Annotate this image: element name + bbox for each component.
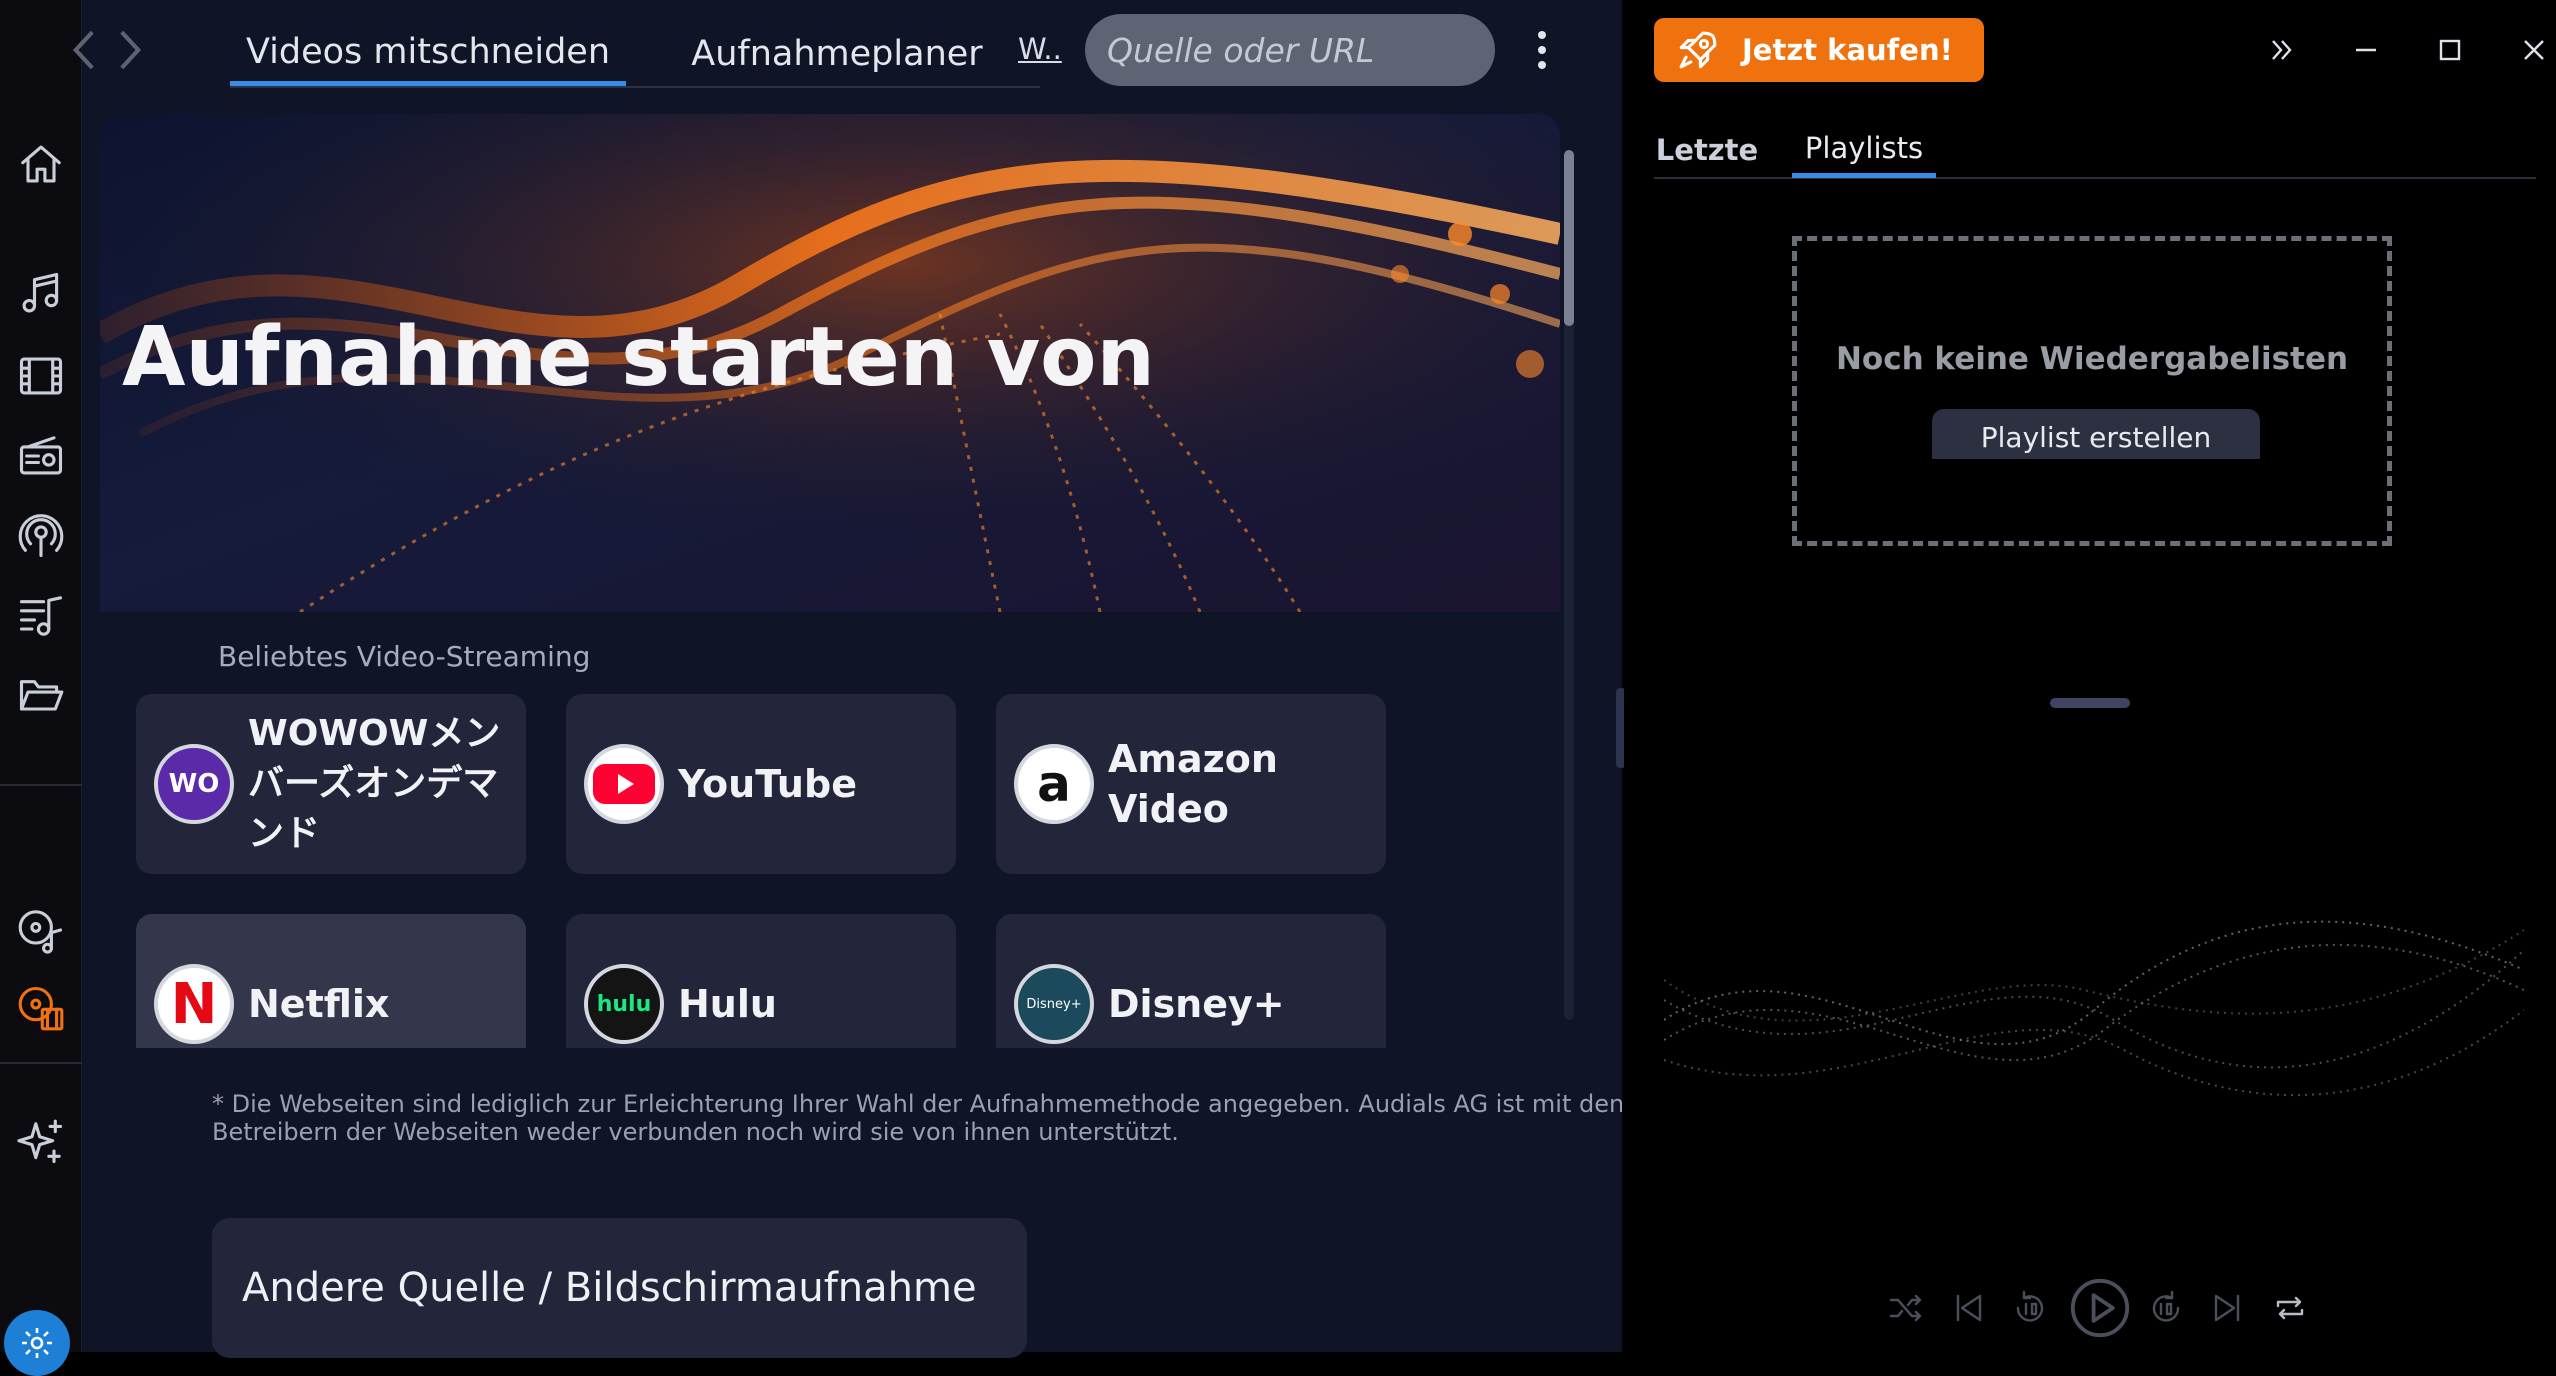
streaming-grid: WO WOWOWメンバーズオンデマンド YouTube a Amazon Vid… [82,0,1622,1048]
other-source-button[interactable]: Andere Quelle / Bildschirmaufnahme [212,1218,1027,1358]
minimize-icon[interactable] [2336,22,2396,78]
service-name: Netflix [248,982,390,1026]
music-icon[interactable] [0,258,82,330]
service-tile-youtube[interactable]: YouTube [566,694,956,874]
collapse-panel-icon[interactable] [2252,22,2312,78]
play-icon[interactable] [2060,1268,2140,1348]
playlist-music-icon[interactable] [0,580,82,652]
tab-letzte[interactable]: Letzte [1656,122,1758,178]
drag-handle[interactable] [2050,698,2130,708]
hulu-logo-icon: hulu [584,964,664,1044]
service-tile-netflix[interactable]: N Netflix [136,914,526,1048]
music-recorder-icon[interactable] [0,894,82,966]
disney-plus-logo-icon: Disney+ [1014,964,1094,1044]
youtube-logo-icon [584,744,664,824]
shuffle-icon[interactable] [1878,1280,1934,1336]
previous-icon[interactable] [1940,1280,1996,1336]
tab-playlists[interactable]: Playlists [1792,122,1936,178]
radio-icon[interactable] [0,420,82,492]
player-wave-art [1664,920,2524,1097]
create-playlist-button[interactable]: Playlist erstellen [1932,409,2260,459]
disclaimer-text: * Die Webseiten sind lediglich zur Erlei… [212,1090,1625,1146]
right-panel: Jetzt kaufen! Letzte Playlists Noch kein… [1624,0,2556,1352]
service-name: Hulu [678,982,777,1026]
podcast-icon[interactable] [0,500,82,572]
sparkle-icon[interactable] [0,1106,82,1178]
rocket-icon [1679,31,1717,69]
left-rail [0,0,82,1376]
folder-icon[interactable] [0,660,82,732]
service-name: Disney+ [1108,982,1285,1026]
forward-10-icon[interactable] [2138,1280,2194,1336]
rail-divider [0,784,82,786]
service-tile-amazon-video[interactable]: a Amazon Video [996,694,1386,874]
service-tile-wowow[interactable]: WO WOWOWメンバーズオンデマンド [136,694,526,874]
buy-now-button[interactable]: Jetzt kaufen! [1654,18,1984,82]
main-panel: Videos mitschneiden Aufnahmeplaner W.. Q… [72,0,1624,1358]
video-recorder-icon[interactable] [0,972,82,1044]
maximize-icon[interactable] [2420,22,2480,78]
wowow-logo-icon: WO [154,744,234,824]
rewind-10-icon[interactable] [2002,1280,2058,1336]
film-icon[interactable] [0,340,82,412]
netflix-logo-icon: N [154,964,234,1044]
home-icon[interactable] [0,128,82,200]
service-tile-hulu[interactable]: hulu Hulu [566,914,956,1048]
right-tab-underline-track [1654,177,2536,179]
amazon-logo-icon: a [1014,744,1094,824]
service-name: WOWOWメンバーズオンデマンド [248,713,501,854]
empty-playlists-dropzone: Noch keine Wiedergabelisten Playlist ers… [1792,236,2392,546]
settings-icon[interactable] [4,1310,70,1376]
service-name: Amazon Video [1108,737,1278,831]
repeat-icon[interactable] [2262,1280,2318,1336]
next-icon[interactable] [2200,1280,2256,1336]
service-tile-disney-plus[interactable]: Disney+ Disney+ [996,914,1386,1048]
close-icon[interactable] [2504,22,2556,78]
service-name: YouTube [678,762,857,806]
buy-now-label: Jetzt kaufen! [1742,33,1953,67]
empty-state-title: Noch keine Wiedergabelisten [1835,341,2349,377]
rail-divider [0,1062,82,1064]
